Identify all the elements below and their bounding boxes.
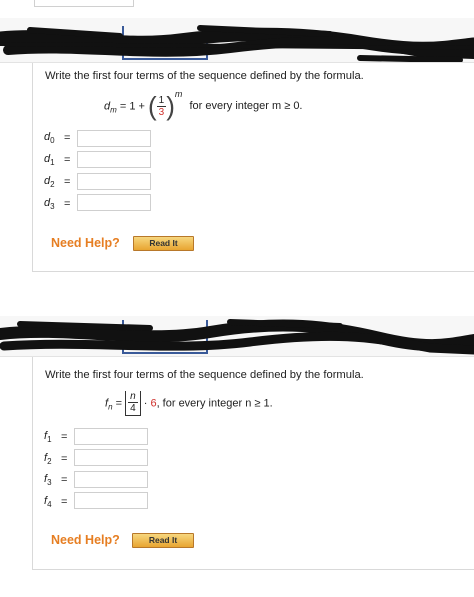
answer-input-f4[interactable] [74,492,148,509]
answer-input-f1[interactable] [74,428,148,445]
fraction-denominator: 4 [130,403,136,414]
row-eq-f4: = [61,496,68,508]
redaction-scribble [0,25,474,62]
formula-lhs-sub: n [108,402,113,412]
row-label-f3: f3 [44,473,52,488]
read-it-button-1[interactable]: Read It [133,236,194,251]
formula-exponent: m [174,88,183,99]
formula-dot: · [143,397,148,410]
read-it-button-2[interactable]: Read It [132,533,194,548]
row-label-d0: d0 [44,131,55,146]
question-header-1 [0,18,474,63]
answer-input-d1[interactable] [77,151,151,168]
question-prompt-1: Write the first four terms of the sequen… [45,70,364,82]
fraction-denominator: 3 [158,107,165,118]
answer-input-f2[interactable] [74,449,148,466]
row-eq-d3: = [64,198,71,210]
row-eq-f3: = [61,474,68,486]
previous-card-edge [34,0,134,7]
formula-fraction: 13 [156,95,167,118]
redaction-scribble [0,319,474,355]
fraction-numerator: n [128,391,138,403]
formula-eq-text: = [115,397,123,410]
row-eq-f2: = [61,453,68,465]
need-help-label-2: Need Help? [51,533,120,547]
formula-eq-text: = 1 + [119,100,145,113]
row-eq-d0: = [64,132,71,144]
answer-input-f3[interactable] [74,471,148,488]
answer-input-d2[interactable] [77,173,151,190]
row-label-d3: d3 [44,197,55,212]
row-eq-d2: = [64,176,71,188]
row-label-d1: d1 [44,153,55,168]
formula-2: fn = n4 · 6, for every integer n ≥ 1. [105,391,273,416]
row-label-f1: f1 [44,430,52,445]
answer-input-d3[interactable] [77,194,151,211]
formula-tail: , for every integer n ≥ 1. [156,397,273,410]
fraction-numerator: 1 [156,95,167,107]
row-label-d2: d2 [44,175,55,190]
question-header-2 [0,316,474,357]
formula-1: dm = 1 + (1 3)m for every integer m ≥ 0. [104,88,303,121]
answer-input-d0[interactable] [77,130,151,147]
floor-bracket: n4 [125,391,141,416]
row-eq-d1: = [64,154,71,166]
row-label-f2: f2 [44,452,52,467]
need-help-label-1: Need Help? [51,236,120,250]
question-prompt-2: Write the first four terms of the sequen… [45,369,364,381]
row-eq-f1: = [61,431,68,443]
formula-lhs-sub: m [110,105,117,115]
row-label-f4: f4 [44,495,52,510]
formula-tail: for every integer m ≥ 0. [189,100,303,113]
